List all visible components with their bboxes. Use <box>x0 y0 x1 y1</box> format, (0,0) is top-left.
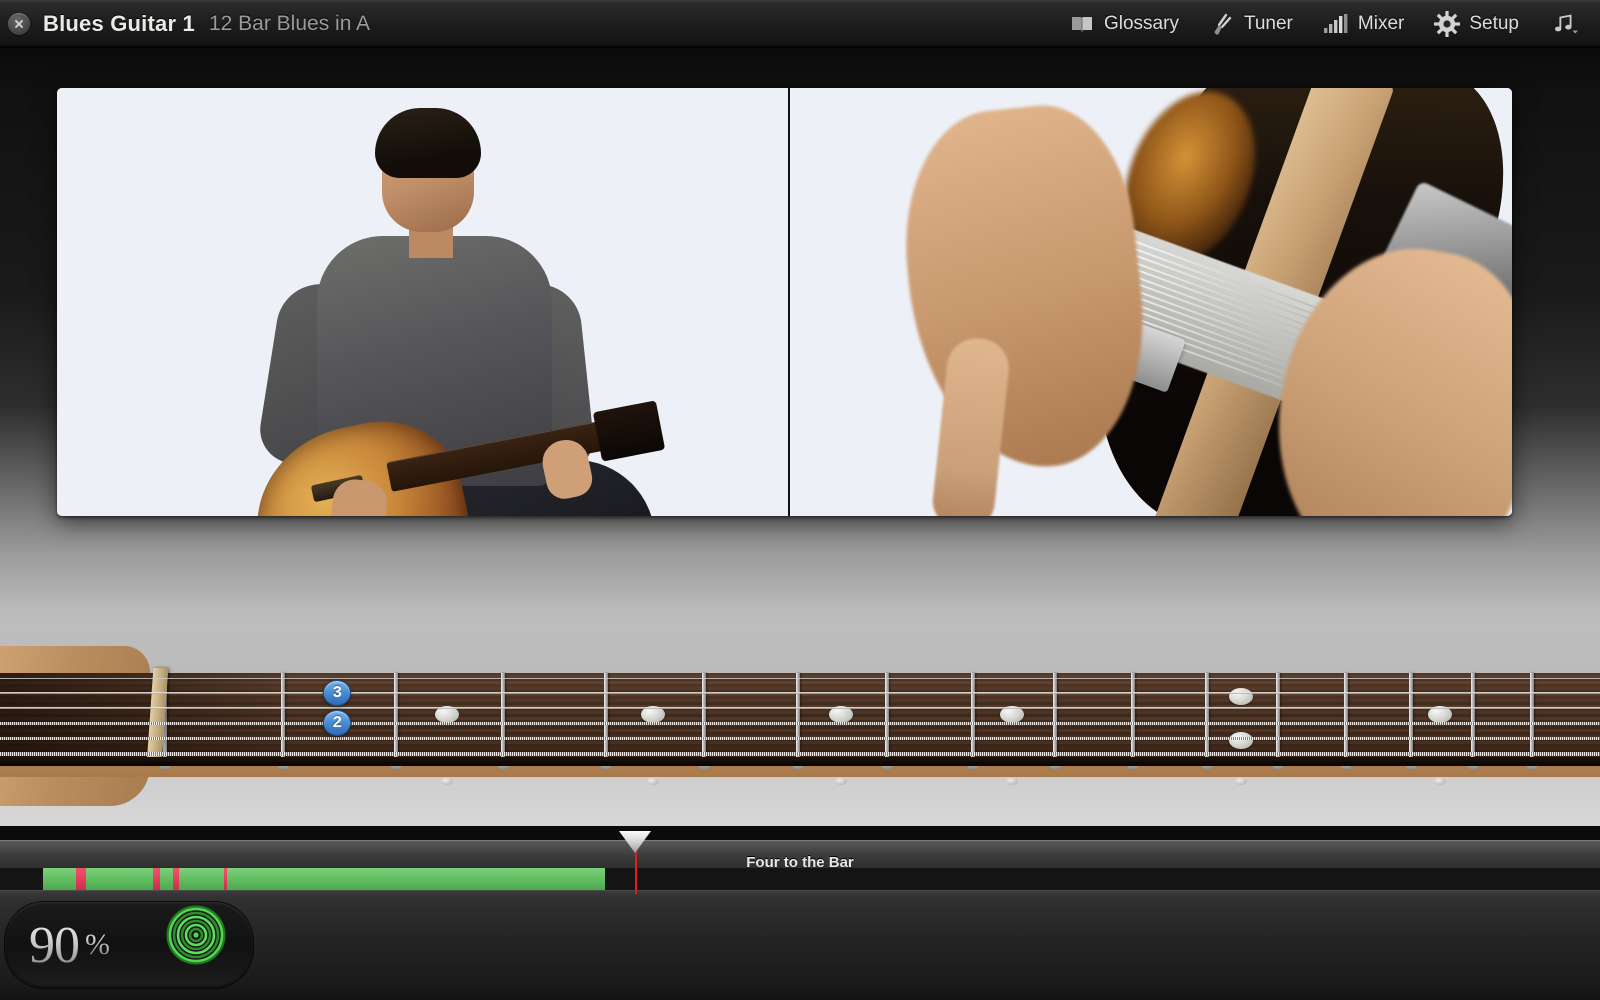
score-unit: % <box>85 928 110 962</box>
fret-wire <box>1471 673 1475 759</box>
side-position-dot <box>1235 778 1247 785</box>
fret-wire <box>1131 673 1135 759</box>
guitar-string <box>0 722 1600 725</box>
side-position-dot <box>647 778 659 785</box>
fret-inlay-dot <box>1229 732 1253 749</box>
instructor-hands-closeup[interactable] <box>788 88 1512 516</box>
progress-segment-bad <box>76 868 86 890</box>
fret-wire <box>702 673 706 759</box>
garageband-lesson-window: Blues Guitar 1 12 Bar Blues in A Glossar… <box>0 0 1600 1000</box>
lesson-subtitle: 12 Bar Blues in A <box>209 12 370 36</box>
mixer-label: Mixer <box>1358 13 1404 35</box>
equalizer-bars-icon <box>1323 11 1349 37</box>
side-position-dot <box>835 778 847 785</box>
title-bar: Blues Guitar 1 12 Bar Blues in A Glossar… <box>0 0 1600 48</box>
fret-wire <box>1053 673 1057 759</box>
mixer-button[interactable]: Mixer <box>1308 0 1419 47</box>
fret-wire <box>281 673 285 759</box>
fretboard-display[interactable]: 32 <box>0 626 1600 826</box>
tuning-fork-icon <box>1209 11 1235 37</box>
performance-progress-bar[interactable] <box>0 868 1600 890</box>
side-position-dot <box>441 778 453 785</box>
fret-wire <box>394 673 398 759</box>
fret-inlay-dot <box>1229 688 1253 705</box>
book-icon <box>1069 11 1095 37</box>
glossary-button[interactable]: Glossary <box>1054 0 1194 47</box>
hands-closeup-illustration <box>790 88 1512 516</box>
fret-wire <box>971 673 975 759</box>
progress-segment-ok <box>160 868 173 890</box>
guitar-string <box>0 737 1600 740</box>
guitar-string <box>0 678 1600 679</box>
fret-wire <box>885 673 889 759</box>
tuner-button[interactable]: Tuner <box>1194 0 1308 47</box>
progress-segment-ok <box>227 868 606 890</box>
progress-segment-ok <box>86 868 153 890</box>
fret-wire <box>1530 673 1534 759</box>
guitar-string <box>0 752 1600 756</box>
setup-button[interactable]: Setup <box>1419 0 1534 47</box>
video-frame <box>57 88 1512 516</box>
glossary-label: Glossary <box>1104 13 1179 35</box>
transport-bar: 90 % Input <box>0 890 1600 1000</box>
tuner-label: Tuner <box>1244 13 1293 35</box>
setup-label: Setup <box>1469 13 1519 35</box>
close-lesson-button[interactable] <box>8 13 30 35</box>
side-position-dot <box>1006 778 1018 785</box>
guitar-string <box>0 707 1600 709</box>
instructor-wide-shot[interactable] <box>57 88 788 516</box>
close-x-icon <box>12 17 26 31</box>
fret-wire <box>501 673 505 759</box>
progress-segment-ok <box>179 868 225 890</box>
music-note-dropdown-icon <box>1552 11 1578 37</box>
fret-wire <box>604 673 608 759</box>
fret-wire <box>1205 673 1209 759</box>
fret-wire <box>1276 673 1280 759</box>
toolbar: Glossary Tuner <box>1054 0 1600 47</box>
page-title: Blues Guitar 1 <box>43 11 195 37</box>
progress-segment-ok <box>43 868 76 890</box>
fret-wire <box>796 673 800 759</box>
fret-wire <box>1409 673 1413 759</box>
guitarist-illustration <box>57 88 788 516</box>
concentric-target-icon <box>166 905 226 965</box>
notation-menu-button[interactable] <box>1534 0 1586 47</box>
fret-wire <box>1344 673 1348 759</box>
score-value: 90 <box>29 916 79 975</box>
gear-icon <box>1434 11 1460 37</box>
fingerboard-edge <box>0 757 1600 766</box>
side-position-dot <box>1434 778 1446 785</box>
video-stage <box>0 48 1600 626</box>
score-target-button[interactable] <box>166 905 226 965</box>
guitar-string <box>0 692 1600 694</box>
